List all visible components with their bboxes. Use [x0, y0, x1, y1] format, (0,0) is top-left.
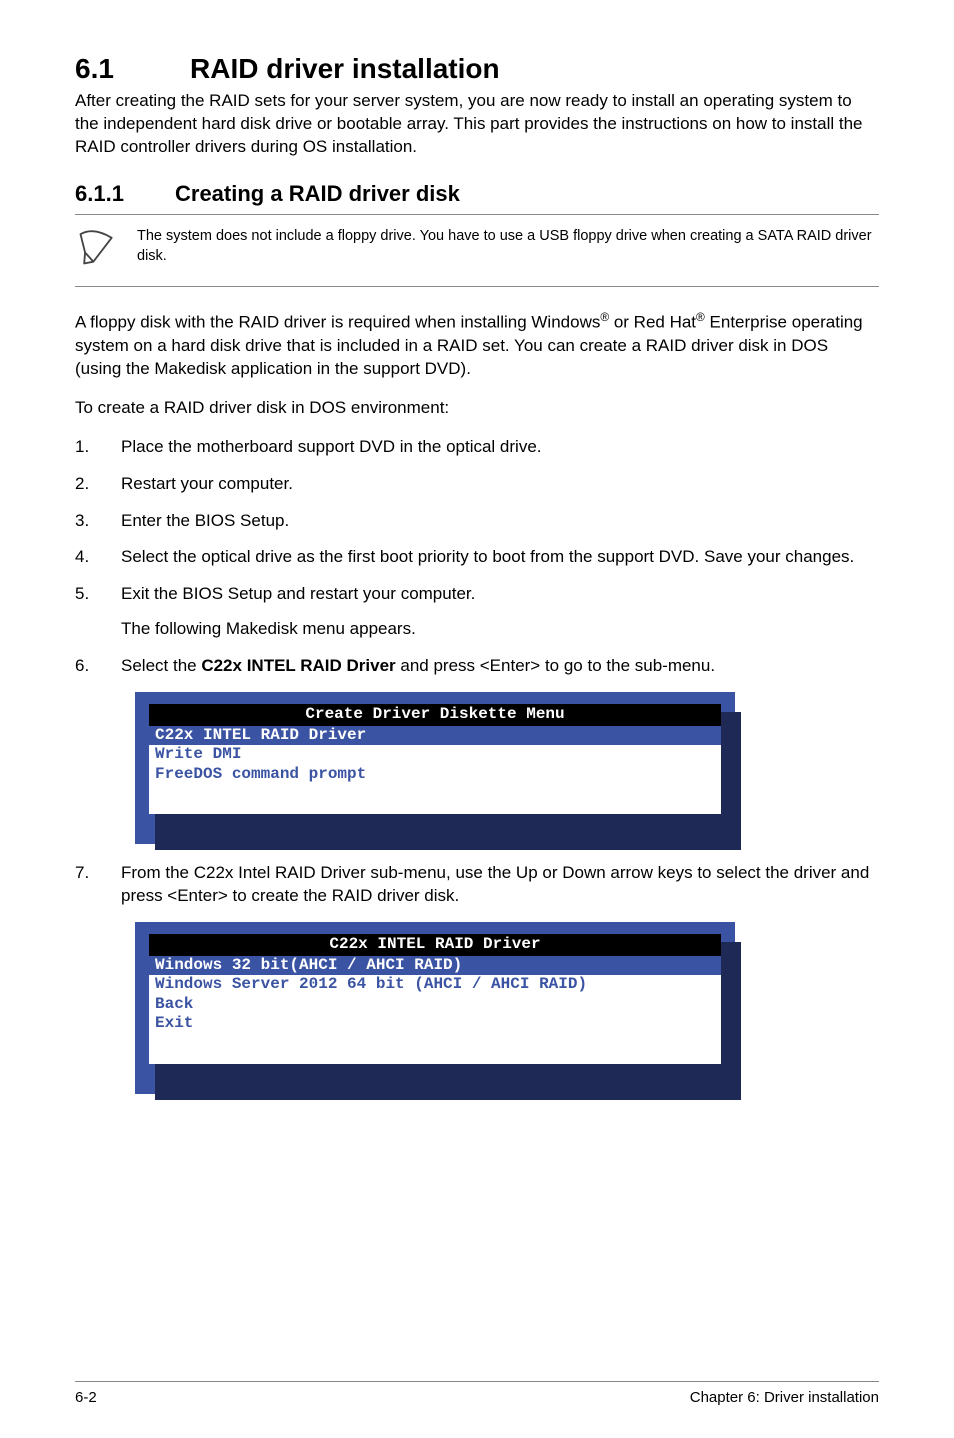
reg-mark: ®: [600, 310, 609, 324]
paragraph-floppy: A floppy disk with the RAID driver is re…: [75, 309, 879, 380]
step-strong: C22x INTEL RAID Driver: [201, 656, 395, 675]
section-title: RAID driver installation: [190, 53, 500, 84]
step-item: 7. From the C22x Intel RAID Driver sub-m…: [75, 862, 879, 908]
menu-title: C22x INTEL RAID Driver: [149, 934, 721, 956]
steps-list: 1. Place the motherboard support DVD in …: [75, 436, 879, 679]
menu-item[interactable]: FreeDOS command prompt: [149, 765, 721, 785]
step-number: 4.: [75, 546, 121, 569]
step-number: 3.: [75, 510, 121, 533]
menu-item[interactable]: Write DMI: [149, 745, 721, 765]
reg-mark: ®: [696, 310, 705, 324]
subsection-title: Creating a RAID driver disk: [175, 181, 460, 206]
menu-item-exit[interactable]: Exit: [149, 1014, 721, 1034]
makedisk-menu: Create Driver Diskette Menu C22x INTEL R…: [135, 692, 735, 844]
note-box: The system does not include a floppy dri…: [75, 214, 879, 287]
paragraph-create: To create a RAID driver disk in DOS envi…: [75, 397, 879, 420]
step-text: Select the C22x INTEL RAID Driver and pr…: [121, 655, 879, 678]
subsection-heading: 6.1.1Creating a RAID driver disk: [75, 179, 879, 209]
chapter-label: Chapter 6: Driver installation: [690, 1388, 879, 1408]
menu-item-back[interactable]: Back: [149, 995, 721, 1015]
step-text: From the C22x Intel RAID Driver sub-menu…: [121, 862, 879, 908]
page-number: 6-2: [75, 1388, 97, 1408]
note-text: The system does not include a floppy dri…: [137, 225, 879, 266]
raid-driver-submenu: C22x INTEL RAID Driver Windows 32 bit(AH…: [135, 922, 735, 1094]
step-item: 1. Place the motherboard support DVD in …: [75, 436, 879, 459]
step-number: 6.: [75, 655, 121, 678]
step-text: Restart your computer.: [121, 473, 879, 496]
note-pen-icon: [75, 225, 119, 276]
step-text: Select the optical drive as the first bo…: [121, 546, 879, 569]
page-content: 6.1RAID driver installation After creati…: [0, 0, 954, 1438]
step-number: 5.: [75, 583, 121, 641]
menu-selected-item[interactable]: C22x INTEL RAID Driver: [149, 726, 721, 746]
step-item: 3. Enter the BIOS Setup.: [75, 510, 879, 533]
steps-list-contd: 7. From the C22x Intel RAID Driver sub-m…: [75, 862, 879, 908]
section-number: 6.1: [75, 50, 190, 88]
step-item: 4. Select the optical drive as the first…: [75, 546, 879, 569]
menu-title: Create Driver Diskette Menu: [149, 704, 721, 726]
step-item: 2. Restart your computer.: [75, 473, 879, 496]
step-text-extra: The following Makedisk menu appears.: [121, 618, 879, 641]
menu-item[interactable]: Windows Server 2012 64 bit (AHCI / AHCI …: [149, 975, 721, 995]
step-number: 7.: [75, 862, 121, 908]
step-number: 2.: [75, 473, 121, 496]
step-text: Enter the BIOS Setup.: [121, 510, 879, 533]
step-number: 1.: [75, 436, 121, 459]
step-item: 6. Select the C22x INTEL RAID Driver and…: [75, 655, 879, 678]
section-intro: After creating the RAID sets for your se…: [75, 90, 879, 159]
menu-selected-item[interactable]: Windows 32 bit(AHCI / AHCI RAID): [149, 956, 721, 976]
step-item: 5. Exit the BIOS Setup and restart your …: [75, 583, 879, 641]
page-footer: 6-2 Chapter 6: Driver installation: [75, 1381, 879, 1408]
step-text: Exit the BIOS Setup and restart your com…: [121, 583, 879, 606]
step-text: Place the motherboard support DVD in the…: [121, 436, 879, 459]
section-heading: 6.1RAID driver installation: [75, 50, 879, 88]
subsection-number: 6.1.1: [75, 179, 175, 209]
